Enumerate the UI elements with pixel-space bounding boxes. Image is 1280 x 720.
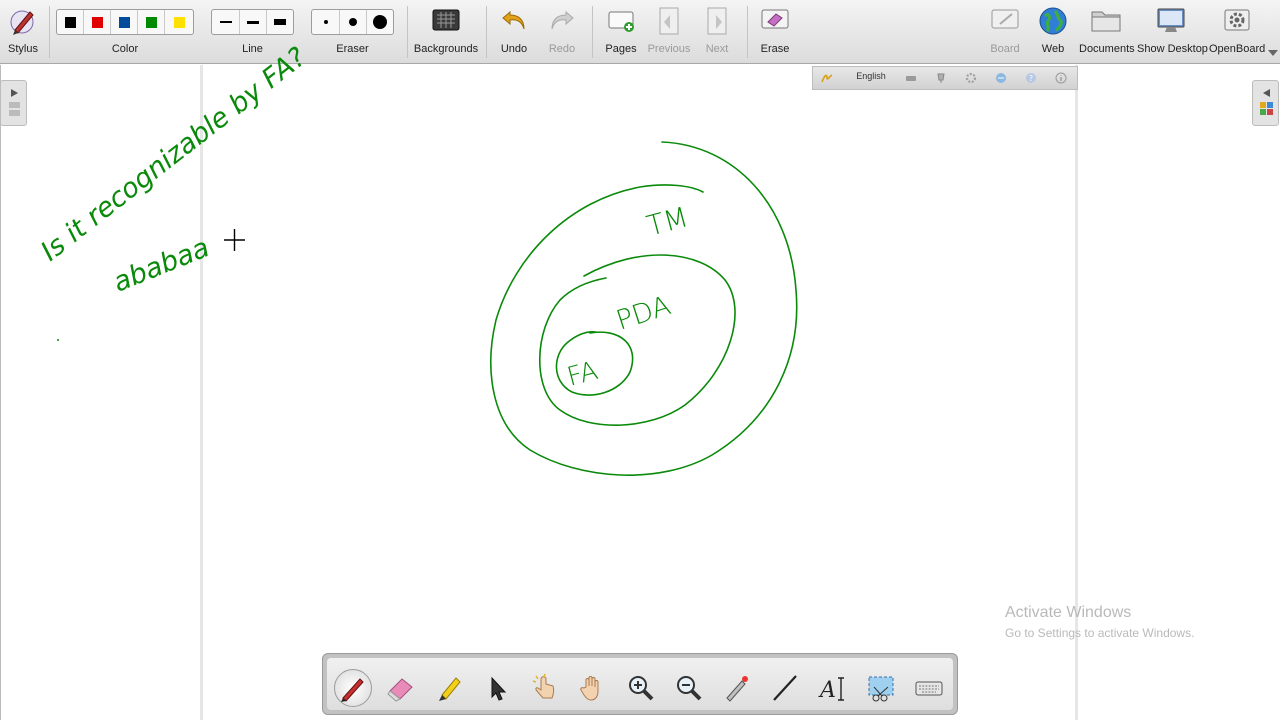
line-icon <box>773 675 797 701</box>
zoom-out-icon <box>677 676 702 701</box>
question-text: Is it recognizable by FA? <box>35 42 312 268</box>
svg-text:A: A <box>818 678 836 703</box>
ink-dot <box>57 339 59 341</box>
arrow-cursor-icon <box>491 676 507 701</box>
capture-tool-button[interactable] <box>862 669 900 707</box>
crosshair-cursor-icon <box>224 229 245 251</box>
zoom-in-icon <box>629 676 654 701</box>
zoom-in-button[interactable] <box>622 669 660 707</box>
hand-icon <box>580 676 599 701</box>
stylus-palette-inner: A <box>327 658 953 710</box>
pointing-hand-icon <box>532 673 555 699</box>
pen-tool-button[interactable] <box>334 669 372 707</box>
virtual-keyboard-button[interactable] <box>910 669 948 707</box>
input-string-text: ababaa <box>109 232 214 298</box>
laser-pointer-button[interactable] <box>718 669 756 707</box>
pen-icon <box>341 678 364 702</box>
eraser-tool-button[interactable] <box>382 669 420 707</box>
eraser-icon <box>387 678 413 702</box>
highlighter-icon <box>439 677 461 701</box>
capture-icon <box>868 676 894 702</box>
stylus-palette: A <box>322 653 958 715</box>
laser-pointer-icon <box>726 676 748 702</box>
selector-tool-button[interactable] <box>478 669 516 707</box>
line-tool-button[interactable] <box>766 669 804 707</box>
pda-label: PDA <box>613 290 675 337</box>
play-tool-button[interactable] <box>526 669 564 707</box>
text-tool-button[interactable]: A <box>814 669 852 707</box>
hand-tool-button[interactable] <box>574 669 612 707</box>
fa-label: FA <box>564 356 601 393</box>
activate-windows-title: Activate Windows <box>1005 604 1132 621</box>
text-icon: A <box>818 677 844 703</box>
marker-tool-button[interactable] <box>430 669 468 707</box>
activate-windows-watermark: Activate Windows Go to Settings to activ… <box>1005 604 1194 640</box>
keyboard-icon <box>915 681 943 696</box>
pda-region-outline <box>538 254 736 426</box>
zoom-out-button[interactable] <box>670 669 708 707</box>
activate-windows-subtitle: Go to Settings to activate Windows. <box>1005 626 1195 640</box>
tm-label: TM <box>643 200 691 243</box>
